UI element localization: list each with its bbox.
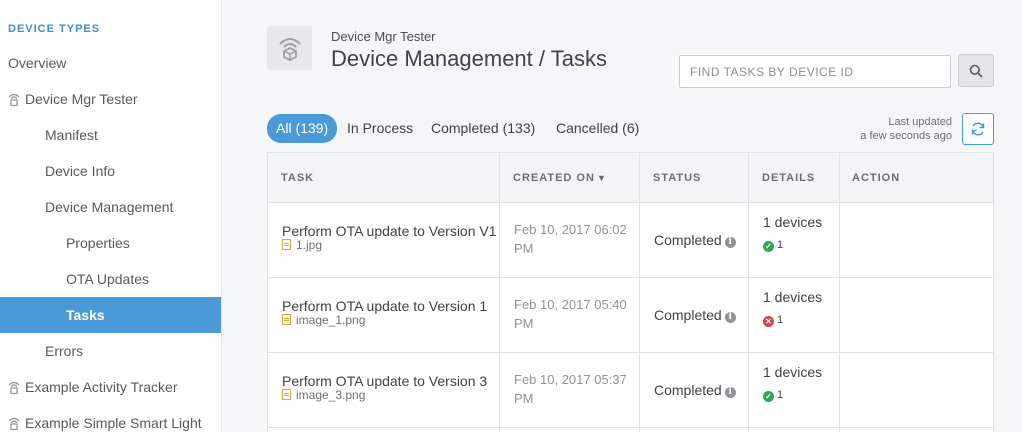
sidebar-item-tasks[interactable]: Tasks <box>0 297 221 333</box>
column-header-status[interactable]: STATUS <box>640 153 701 203</box>
result-count-value: 1 <box>777 314 784 326</box>
sidebar-item-label: Device Info <box>45 163 116 179</box>
task-file: image_3.png <box>282 388 365 402</box>
sidebar-item-example-simple-smart-light[interactable]: Example Simple Smart Light <box>0 405 221 432</box>
last-updated-time: a few seconds ago <box>860 130 952 142</box>
refresh-icon <box>971 122 985 136</box>
error-circle-icon: ✕ <box>763 316 774 327</box>
search-icon <box>969 64 983 78</box>
table-row[interactable]: Perform OTA update to Version V1 1.jpg F… <box>268 203 993 278</box>
check-circle-icon: ✓ <box>763 391 774 402</box>
check-circle-icon: ✓ <box>763 241 774 252</box>
sidebar-item-label: Manifest <box>45 127 98 143</box>
sidebar-item-errors[interactable]: Errors <box>0 333 221 369</box>
wireless-device-icon <box>278 38 301 61</box>
sidebar-item-label: Errors <box>45 343 84 359</box>
task-file: 1.jpg <box>282 238 322 252</box>
sidebar-item-label: Tasks <box>66 307 105 323</box>
result-count-value: 1 <box>777 239 784 251</box>
status-text: Completed i <box>654 307 736 323</box>
status-text: Completed i <box>654 232 736 248</box>
task-name: Perform OTA update to Version 3 <box>282 373 488 389</box>
device-type-icon <box>267 26 312 70</box>
tab-cancelled[interactable]: Cancelled (6) <box>547 114 648 143</box>
wireless-device-icon <box>8 417 20 430</box>
task-name: Perform OTA update to Version 1 <box>282 298 488 314</box>
info-icon[interactable]: i <box>724 237 736 248</box>
last-updated: Last updated a few seconds ago <box>860 115 952 143</box>
created-on-date: Feb 10, 2017 06:02 <box>514 222 627 237</box>
result-count: ✓ 1 <box>763 239 783 252</box>
result-count-value: 1 <box>777 389 784 401</box>
column-header-created-on[interactable]: CREATED ON ▾ <box>500 153 605 203</box>
status-label: Completed <box>654 307 722 323</box>
info-icon[interactable]: i <box>724 387 736 398</box>
sidebar-item-manifest[interactable]: Manifest <box>0 117 221 153</box>
created-on: Feb 10, 2017 05:37 PM <box>514 370 639 408</box>
column-header-label: CREATED ON <box>513 172 595 184</box>
sidebar-item-example-activity-tracker[interactable]: Example Activity Tracker <box>0 369 221 405</box>
details-count: 1 devices <box>763 214 823 230</box>
column-header-details[interactable]: DETAILS <box>749 153 815 203</box>
sidebar-item-overview[interactable]: Overview <box>0 45 221 81</box>
last-updated-label: Last updated <box>888 116 952 128</box>
task-file: image_1.png <box>282 313 365 327</box>
details-count: 1 devices <box>763 364 823 380</box>
result-count: ✕ 1 <box>763 314 783 327</box>
sidebar: DEVICE TYPES Overview Device Mgr Tester … <box>0 0 222 432</box>
task-file-name: image_1.png <box>296 313 366 327</box>
column-header-task[interactable]: TASK <box>268 153 314 203</box>
sidebar-item-label: Example Activity Tracker <box>25 379 178 395</box>
task-file-name: image_3.png <box>296 388 366 402</box>
search-input[interactable] <box>679 55 951 88</box>
sidebar-item-device-mgr-tester[interactable]: Device Mgr Tester <box>0 81 221 117</box>
created-on: Feb 10, 2017 05:40 PM <box>514 295 639 333</box>
file-icon <box>282 389 291 400</box>
sidebar-item-ota-updates[interactable]: OTA Updates <box>0 261 221 297</box>
created-on-ampm: PM <box>514 391 534 406</box>
status-text: Completed i <box>654 382 736 398</box>
sidebar-item-label: OTA Updates <box>66 271 150 287</box>
status-label: Completed <box>654 382 722 398</box>
task-file-name: 1.jpg <box>296 238 323 252</box>
sidebar-item-label: Device Management <box>45 199 174 215</box>
tab-completed[interactable]: Completed (133) <box>422 114 544 143</box>
sidebar-item-label: Device Mgr Tester <box>25 91 138 107</box>
status-label: Completed <box>654 232 722 248</box>
details-count: 1 devices <box>763 289 823 305</box>
table-header: TASK CREATED ON ▾ STATUS DETAILS ACTION <box>268 153 993 203</box>
sidebar-item-label: Overview <box>8 55 67 71</box>
created-on-ampm: PM <box>514 241 534 256</box>
created-on: Feb 10, 2017 06:02 PM <box>514 220 639 258</box>
sidebar-heading: DEVICE TYPES <box>8 23 101 35</box>
file-icon <box>282 239 291 250</box>
refresh-button[interactable] <box>962 113 994 145</box>
page-title: Device Management / Tasks <box>331 46 607 71</box>
sidebar-item-properties[interactable]: Properties <box>0 225 221 261</box>
created-on-date: Feb 10, 2017 05:37 <box>514 372 627 387</box>
wireless-device-icon <box>8 381 20 394</box>
tasks-table: TASK CREATED ON ▾ STATUS DETAILS ACTION … <box>267 152 994 432</box>
tab-in-process[interactable]: In Process <box>338 114 422 143</box>
sidebar-item-label: Example Simple Smart Light <box>25 415 202 431</box>
sidebar-item-device-info[interactable]: Device Info <box>0 153 221 189</box>
sidebar-item-label: Properties <box>66 235 130 251</box>
wireless-device-icon <box>8 93 20 106</box>
created-on-date: Feb 10, 2017 05:40 <box>514 297 627 312</box>
info-icon[interactable]: i <box>724 312 736 323</box>
tab-all[interactable]: All (139) <box>267 114 338 143</box>
search-button[interactable] <box>958 54 994 87</box>
sort-desc-icon: ▾ <box>598 173 606 184</box>
device-name: Device Mgr Tester <box>331 29 436 44</box>
task-name: Perform OTA update to Version V1 <box>282 223 497 239</box>
result-count: ✓ 1 <box>763 389 783 402</box>
file-icon <box>282 314 291 325</box>
column-header-action: ACTION <box>852 172 901 184</box>
sidebar-item-device-management[interactable]: Device Management <box>0 189 221 225</box>
table-row[interactable]: Perform OTA update to Version 3 image_3.… <box>268 353 993 428</box>
created-on-ampm: PM <box>514 316 534 331</box>
table-row[interactable]: Perform OTA update to Version 1 image_1.… <box>268 278 993 353</box>
